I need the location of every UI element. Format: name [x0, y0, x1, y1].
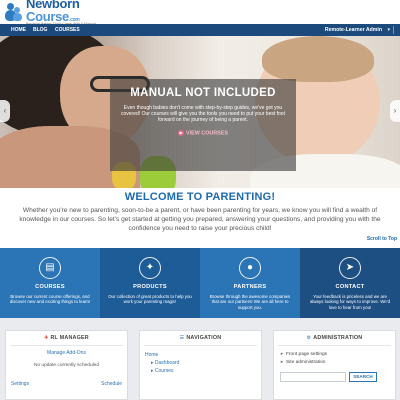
book-icon: ▤: [39, 257, 61, 279]
chevron-down-icon[interactable]: ▾: [387, 24, 390, 36]
feature-text: Our collection of great products to help…: [108, 294, 192, 305]
bullet-icon: ▸: [280, 360, 284, 365]
admin-search: SEARCH: [280, 372, 392, 382]
puzzle-icon: ✚: [44, 335, 49, 341]
play-icon: ▶: [178, 129, 185, 136]
block-title: RL MANAGER: [50, 335, 89, 341]
main-navbar: HOME BLOG COURSES Remote-Learner Admin ▾: [0, 24, 400, 36]
feature-text: Browse through the awesome companies tha…: [209, 294, 291, 310]
hero-caption: MANUAL NOT INCLUDED Even though babies d…: [110, 79, 296, 171]
send-icon: ➤: [339, 257, 361, 279]
feature-products[interactable]: ✦ PRODUCTS Our collection of great produ…: [100, 248, 200, 318]
logo-name: Newborn Course.com: [26, 0, 80, 25]
feature-label: PARTNERS: [233, 284, 267, 290]
admin-item-site-administration[interactable]: ▸ Site administration: [280, 359, 395, 367]
admin-search-input[interactable]: [280, 372, 346, 382]
navigation-block: ☰ NAVIGATION Home ▸ Dashboard ▸ Courses: [139, 330, 262, 400]
update-status: No update currently scheduled: [33, 363, 100, 368]
feature-partners[interactable]: ● PARTNERS Browse through the awesome co…: [200, 248, 300, 318]
schedule-link[interactable]: Schedule: [101, 381, 122, 387]
scroll-to-top-link[interactable]: Scroll to Top: [367, 236, 397, 242]
block-title: ADMINISTRATION: [313, 335, 363, 341]
hero-title: MANUAL NOT INCLUDED: [130, 87, 276, 99]
blocks-region: ✚ RL MANAGER Manage Add-Ons No update cur…: [0, 318, 400, 400]
site-logo[interactable]: NewbornCourse.com Because Babies Don't C…: [4, 0, 96, 26]
hero-carousel: MANUAL NOT INCLUDED Even though babies d…: [0, 36, 400, 188]
nav-tree-dashboard[interactable]: ▸ Dashboard: [145, 359, 261, 367]
hero-text: Even though babies don't come with step-…: [121, 105, 285, 124]
administration-block: ⚙ ADMINISTRATION ▸ Front page settings ▸ Si…: [273, 330, 396, 400]
nav-divider: [393, 26, 394, 34]
nav-home[interactable]: HOME: [11, 24, 26, 36]
nav-tree-courses[interactable]: ▸ Courses: [145, 367, 261, 375]
rl-manager-block: ✚ RL MANAGER Manage Add-Ons No update cur…: [5, 330, 128, 400]
family-logo-icon: [4, 2, 24, 22]
users-icon: ●: [239, 257, 261, 279]
manage-add-ons-link[interactable]: Manage Add-Ons: [6, 350, 127, 356]
carousel-next-button[interactable]: ›: [390, 100, 400, 122]
gear-icon: ⚙: [306, 335, 312, 341]
feature-text: Browse our current course offerings, and…: [9, 294, 91, 305]
admin-item-front-page-settings[interactable]: ▸ Front page settings: [280, 351, 395, 359]
view-courses-button[interactable]: ▶ VIEW COURSES: [110, 129, 296, 136]
bullet-icon: ▸: [280, 352, 284, 357]
magic-wand-icon: ✦: [139, 257, 161, 279]
block-title: NAVIGATION: [186, 335, 222, 341]
welcome-title: WELCOME TO PARENTING!: [124, 191, 276, 203]
welcome-text: Whether you're new to parenting, soon-to…: [19, 207, 381, 233]
settings-link[interactable]: Settings: [11, 381, 29, 387]
nav-blog[interactable]: BLOG: [33, 24, 47, 36]
admin-list: ▸ Front page settings ▸ Site administratio…: [280, 351, 395, 367]
carousel-prev-button[interactable]: ‹: [0, 100, 10, 122]
feature-courses[interactable]: ▤ COURSES Browse our current course offe…: [0, 248, 100, 318]
nav-tree-home[interactable]: Home: [145, 351, 261, 359]
nav-courses[interactable]: COURSES: [55, 24, 80, 36]
sitemap-icon: ☰: [179, 335, 185, 341]
feature-label: PRODUCTS: [133, 284, 167, 290]
feature-label: CONTACT: [335, 284, 365, 290]
user-menu[interactable]: Remote-Learner Admin: [325, 24, 382, 36]
feature-tiles: ▤ COURSES Browse our current course offe…: [0, 248, 400, 318]
feature-text: Your feedback is priceless and we are al…: [309, 294, 391, 310]
feature-label: COURSES: [35, 284, 65, 290]
navigation-tree: Home ▸ Dashboard ▸ Courses: [145, 351, 261, 375]
search-button[interactable]: SEARCH: [349, 372, 377, 382]
feature-contact[interactable]: ➤ CONTACT Your feedback is priceless and…: [300, 248, 400, 318]
site-header: NewbornCourse.com Because Babies Don't C…: [0, 0, 400, 26]
